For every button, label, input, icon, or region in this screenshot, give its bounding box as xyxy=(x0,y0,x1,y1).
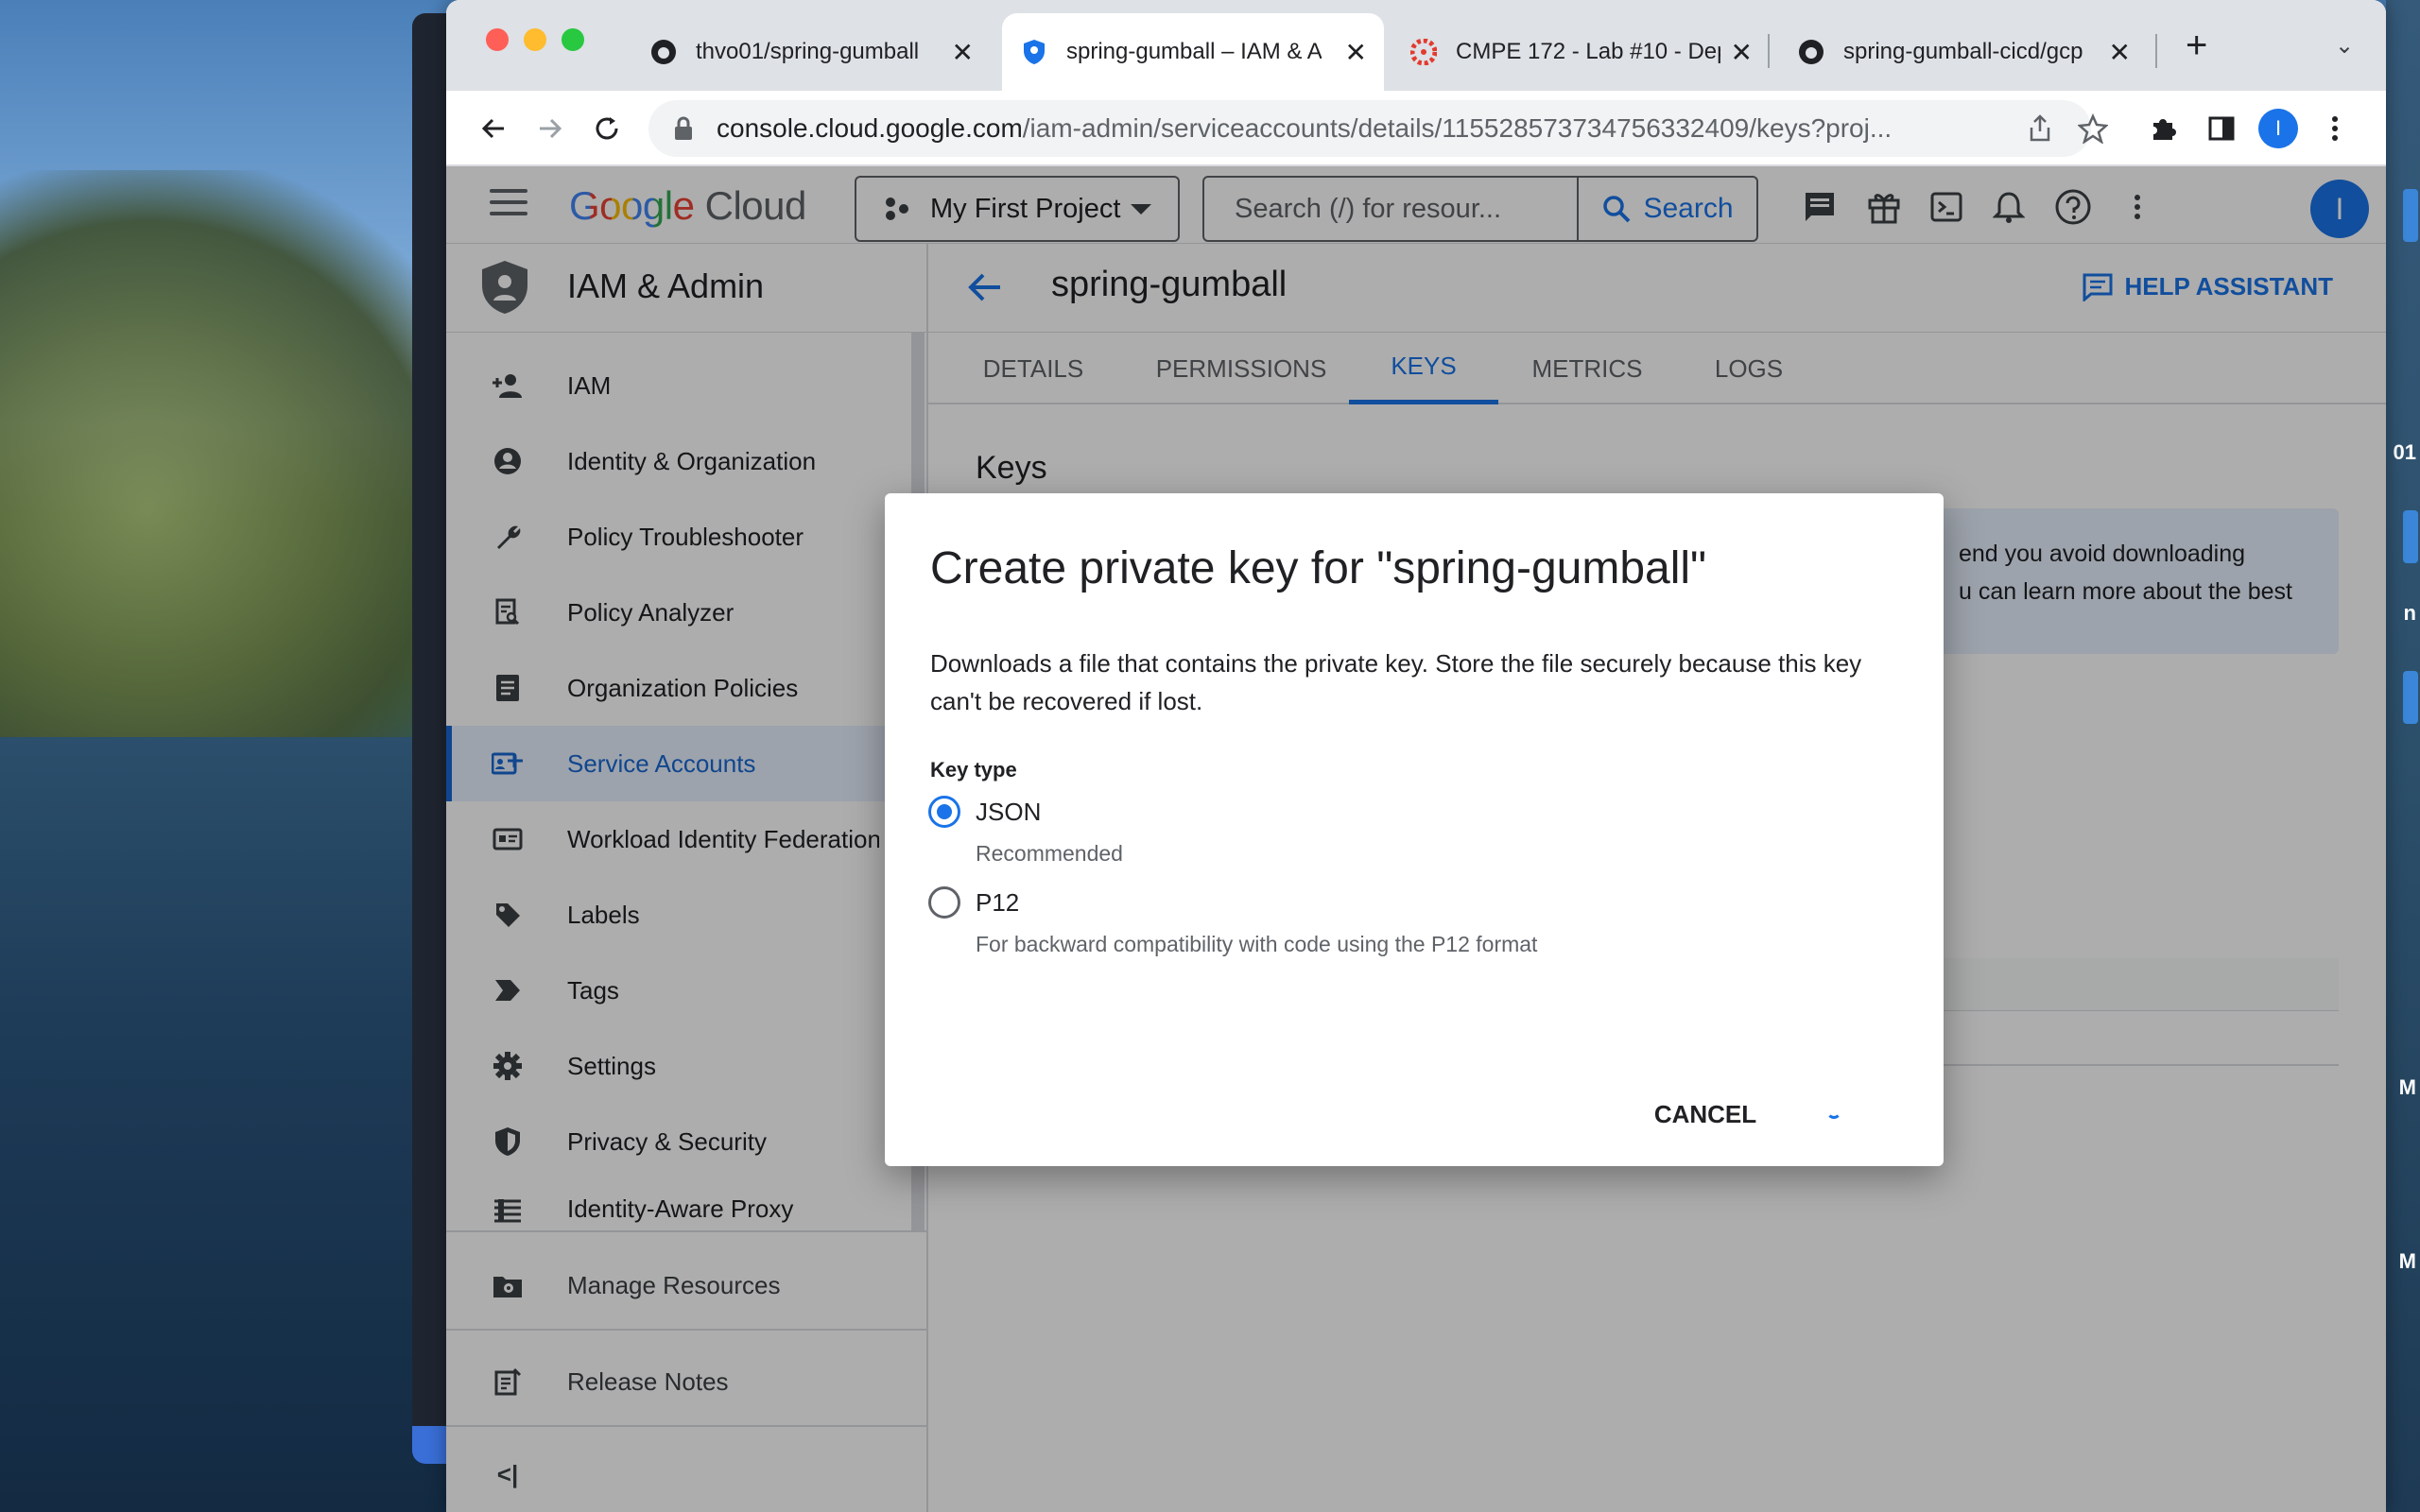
lock-icon xyxy=(675,116,692,140)
browser-tab[interactable]: spring-gumball-cicd/gcp ✕ xyxy=(1779,13,2148,91)
url-field[interactable]: console.cloud.google.com/iam-admin/servi… xyxy=(648,100,2091,157)
close-tab-icon[interactable]: ✕ xyxy=(2109,37,2131,68)
key-type-p12-radio[interactable]: P12 xyxy=(928,886,1019,919)
json-hint: Recommended xyxy=(976,841,1123,866)
browser-menu-icon[interactable] xyxy=(2314,108,2356,149)
radio-checked-icon[interactable] xyxy=(928,796,960,828)
new-tab-button[interactable]: + xyxy=(2186,25,2207,67)
back-button[interactable] xyxy=(469,104,518,153)
reload-button[interactable] xyxy=(582,104,631,153)
bookmark-star-icon[interactable] xyxy=(2072,108,2114,149)
browser-tab[interactable]: CMPE 172 - Lab #10 - Deploy ✕ xyxy=(1392,13,1770,91)
url-path: /iam-admin/serviceaccounts/details/11552… xyxy=(1022,113,1893,143)
gcp-shield-icon xyxy=(1021,39,1047,65)
radio-unchecked-icon[interactable] xyxy=(928,886,960,919)
canvas-icon xyxy=(1410,39,1437,65)
background-window-right: 01 n M M xyxy=(2386,0,2420,1512)
tab-bar: thvo01/spring-gumball ✕ spring-gumball –… xyxy=(446,0,2386,91)
browser-tab[interactable]: thvo01/spring-gumball ✕ xyxy=(631,13,991,91)
tab-search-chevron-icon[interactable]: ⌄ xyxy=(2335,32,2354,60)
close-tab-icon[interactable]: ✕ xyxy=(952,37,974,68)
close-tab-icon[interactable]: ✕ xyxy=(1345,37,1367,68)
github-icon xyxy=(1798,39,1824,65)
create-key-dialog: Create private key for "spring-gumball" … xyxy=(885,493,1944,1166)
cancel-button[interactable]: CANCEL xyxy=(1641,1087,1770,1142)
github-icon xyxy=(650,39,677,65)
profile-avatar[interactable]: I xyxy=(2257,108,2299,149)
loading-spinner-icon xyxy=(1826,1104,1841,1119)
side-panel-icon[interactable] xyxy=(2201,108,2242,149)
browser-tab-active[interactable]: spring-gumball – IAM & Admin ✕ xyxy=(1002,13,1384,91)
address-bar: console.cloud.google.com/iam-admin/servi… xyxy=(446,91,2386,166)
dialog-description: Downloads a file that contains the priva… xyxy=(930,649,1862,715)
p12-hint: For backward compatibility with code usi… xyxy=(976,932,1538,956)
extensions-puzzle-icon[interactable] xyxy=(2142,108,2184,149)
key-type-label: Key type xyxy=(930,758,1017,782)
dialog-title: Create private key for "spring-gumball" xyxy=(930,543,1707,593)
minimize-window-button[interactable] xyxy=(524,28,546,51)
url-host: console.cloud.google.com xyxy=(717,113,1023,143)
forward-button[interactable] xyxy=(526,104,575,153)
close-tab-icon[interactable]: ✕ xyxy=(1731,37,1753,68)
share-icon[interactable] xyxy=(2019,108,2061,149)
key-type-json-radio[interactable]: JSON xyxy=(928,796,1041,828)
close-window-button[interactable] xyxy=(486,28,509,51)
zoom-window-button[interactable] xyxy=(562,28,584,51)
